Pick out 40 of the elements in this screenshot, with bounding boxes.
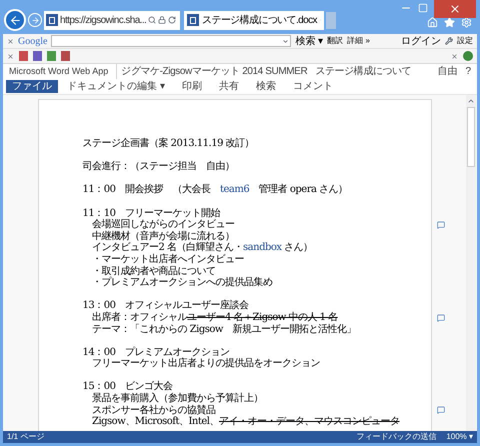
- document-line: インタビュアー2 名（白輝望さん・sandbox さん）: [91, 242, 313, 254]
- help-button[interactable]: ?: [465, 64, 471, 79]
- document-line: 15：00 ビンゴ大会: [82, 381, 172, 392]
- document-line: 会場巡回しながらのインタビュー: [91, 219, 234, 230]
- document-title: ステージ構成について: [315, 64, 412, 79]
- ribbon-tab[interactable]: ファイル: [6, 80, 58, 93]
- ribbon-tab[interactable]: 共有: [210, 80, 247, 93]
- more-button[interactable]: 詳細 »: [347, 35, 370, 47]
- document-line: Zigsow、Microsoft、Intel、アイ・オー・データ、マウスコンピュータ: [91, 416, 400, 428]
- feedback-link[interactable]: フィードバックの送信: [356, 431, 436, 443]
- document-line: 14：00 プレミアムオークション: [82, 346, 230, 358]
- ribbon-tab[interactable]: 印刷: [174, 80, 210, 93]
- zoom-button[interactable]: 100% ▾: [446, 431, 473, 443]
- document-line: 11：00 開会挨拶 （大会長 team6 管理者 opera さん）: [82, 184, 348, 196]
- document-line: 出席者：オフィシャルユーザー4 名＋Zigsow 中の人 1 名: [91, 312, 338, 324]
- document-line: ・プレミアムオークションへの提供品集め: [91, 277, 272, 289]
- google-logo: Google: [18, 34, 48, 48]
- document-line: ・取引成約者や商品について: [91, 266, 216, 277]
- ribbon-tab[interactable]: ドキュメントの編集 ▾: [59, 80, 173, 93]
- app-name: Microsoft Word Web App: [9, 64, 108, 78]
- document-line: 13：00 オフィシャルユーザー座談会: [82, 300, 248, 312]
- document-line: 11：10 フリーマーケット開始: [82, 208, 220, 219]
- document-line: テーマ：「これからの Zigsow 新規ユーザー開拓と活性化」: [91, 324, 356, 336]
- user-name[interactable]: 自由: [437, 64, 458, 79]
- login-link[interactable]: ログイン: [401, 34, 441, 48]
- translate-button[interactable]: 翻訳: [327, 35, 344, 47]
- ribbon-tab[interactable]: 検索: [248, 80, 284, 93]
- document-line: 中継機材（音声が会場に流れる）: [91, 230, 234, 242]
- ribbon-tab[interactable]: コメント: [284, 80, 341, 93]
- document-line: スポンサー各社からの協賛品: [91, 404, 216, 416]
- document-line: 景品を事前購入（参加費から予算計上）: [91, 393, 263, 404]
- document-line: ステージ企画書（案 2013.11.19 改訂）: [82, 138, 254, 150]
- search-button[interactable]: 検索 ▾: [295, 34, 324, 48]
- address-bar[interactable]: https://zigsowinc.sha...: [44, 10, 180, 30]
- browser-tab[interactable]: ステージ構成について.docx: [184, 10, 324, 30]
- page-count: 1/1 ページ: [7, 431, 44, 443]
- settings-button[interactable]: 設定: [457, 35, 473, 47]
- document-line: フリーマーケット出店者よりの提供品をオークション: [91, 358, 320, 370]
- document-line: ・マーケット出店者へインタビュー: [91, 254, 244, 266]
- document-line: 司会進行：（ステージ担当 自由）: [82, 161, 234, 173]
